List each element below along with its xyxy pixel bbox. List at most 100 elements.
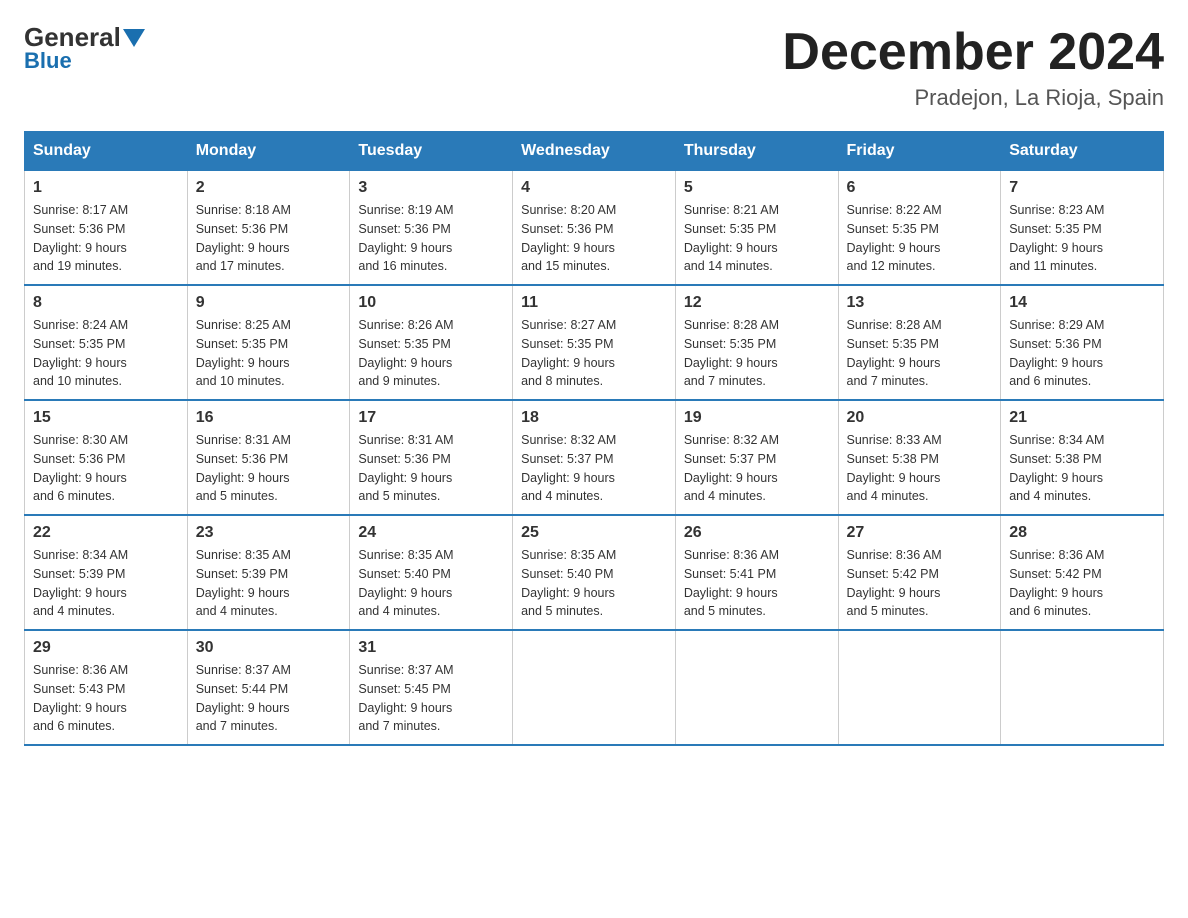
calendar-cell: 29 Sunrise: 8:36 AM Sunset: 5:43 PM Dayl… xyxy=(25,630,188,745)
day-info: Sunrise: 8:27 AM Sunset: 5:35 PM Dayligh… xyxy=(521,316,667,391)
day-info: Sunrise: 8:36 AM Sunset: 5:42 PM Dayligh… xyxy=(847,546,993,621)
calendar-cell: 25 Sunrise: 8:35 AM Sunset: 5:40 PM Dayl… xyxy=(513,515,676,630)
day-number: 21 xyxy=(1009,409,1155,427)
calendar-cell: 19 Sunrise: 8:32 AM Sunset: 5:37 PM Dayl… xyxy=(675,400,838,515)
day-info: Sunrise: 8:37 AM Sunset: 5:44 PM Dayligh… xyxy=(196,661,342,736)
day-number: 19 xyxy=(684,409,830,427)
day-number: 20 xyxy=(847,409,993,427)
calendar-cell: 8 Sunrise: 8:24 AM Sunset: 5:35 PM Dayli… xyxy=(25,285,188,400)
day-info: Sunrise: 8:28 AM Sunset: 5:35 PM Dayligh… xyxy=(847,316,993,391)
day-info: Sunrise: 8:26 AM Sunset: 5:35 PM Dayligh… xyxy=(358,316,504,391)
week-row-4: 22 Sunrise: 8:34 AM Sunset: 5:39 PM Dayl… xyxy=(25,515,1164,630)
day-number: 24 xyxy=(358,524,504,542)
day-number: 29 xyxy=(33,639,179,657)
calendar-cell: 16 Sunrise: 8:31 AM Sunset: 5:36 PM Dayl… xyxy=(187,400,350,515)
day-info: Sunrise: 8:19 AM Sunset: 5:36 PM Dayligh… xyxy=(358,201,504,276)
title-block: December 2024 Pradejon, La Rioja, Spain xyxy=(782,24,1164,111)
day-info: Sunrise: 8:37 AM Sunset: 5:45 PM Dayligh… xyxy=(358,661,504,736)
day-number: 3 xyxy=(358,179,504,197)
day-info: Sunrise: 8:28 AM Sunset: 5:35 PM Dayligh… xyxy=(684,316,830,391)
day-number: 4 xyxy=(521,179,667,197)
day-info: Sunrise: 8:21 AM Sunset: 5:35 PM Dayligh… xyxy=(684,201,830,276)
calendar-cell: 4 Sunrise: 8:20 AM Sunset: 5:36 PM Dayli… xyxy=(513,171,676,286)
calendar-cell: 15 Sunrise: 8:30 AM Sunset: 5:36 PM Dayl… xyxy=(25,400,188,515)
calendar-cell: 28 Sunrise: 8:36 AM Sunset: 5:42 PM Dayl… xyxy=(1001,515,1164,630)
month-title: December 2024 xyxy=(782,24,1164,81)
page-header: General Blue December 2024 Pradejon, La … xyxy=(24,24,1164,111)
day-number: 30 xyxy=(196,639,342,657)
day-number: 27 xyxy=(847,524,993,542)
calendar-table: Sunday Monday Tuesday Wednesday Thursday… xyxy=(24,131,1164,746)
calendar-cell: 26 Sunrise: 8:36 AM Sunset: 5:41 PM Dayl… xyxy=(675,515,838,630)
day-number: 9 xyxy=(196,294,342,312)
day-info: Sunrise: 8:34 AM Sunset: 5:39 PM Dayligh… xyxy=(33,546,179,621)
day-info: Sunrise: 8:32 AM Sunset: 5:37 PM Dayligh… xyxy=(684,431,830,506)
logo-triangle-icon xyxy=(123,29,145,47)
day-number: 14 xyxy=(1009,294,1155,312)
calendar-cell: 17 Sunrise: 8:31 AM Sunset: 5:36 PM Dayl… xyxy=(350,400,513,515)
col-sunday: Sunday xyxy=(25,132,188,171)
col-friday: Friday xyxy=(838,132,1001,171)
calendar-cell xyxy=(513,630,676,745)
calendar-cell: 14 Sunrise: 8:29 AM Sunset: 5:36 PM Dayl… xyxy=(1001,285,1164,400)
day-info: Sunrise: 8:36 AM Sunset: 5:43 PM Dayligh… xyxy=(33,661,179,736)
day-info: Sunrise: 8:35 AM Sunset: 5:40 PM Dayligh… xyxy=(521,546,667,621)
day-number: 18 xyxy=(521,409,667,427)
calendar-cell xyxy=(675,630,838,745)
day-number: 23 xyxy=(196,524,342,542)
day-number: 26 xyxy=(684,524,830,542)
day-info: Sunrise: 8:35 AM Sunset: 5:40 PM Dayligh… xyxy=(358,546,504,621)
calendar-cell: 11 Sunrise: 8:27 AM Sunset: 5:35 PM Dayl… xyxy=(513,285,676,400)
week-row-2: 8 Sunrise: 8:24 AM Sunset: 5:35 PM Dayli… xyxy=(25,285,1164,400)
calendar-cell: 23 Sunrise: 8:35 AM Sunset: 5:39 PM Dayl… xyxy=(187,515,350,630)
calendar-cell: 6 Sunrise: 8:22 AM Sunset: 5:35 PM Dayli… xyxy=(838,171,1001,286)
day-number: 28 xyxy=(1009,524,1155,542)
calendar-cell: 1 Sunrise: 8:17 AM Sunset: 5:36 PM Dayli… xyxy=(25,171,188,286)
calendar-cell: 13 Sunrise: 8:28 AM Sunset: 5:35 PM Dayl… xyxy=(838,285,1001,400)
day-info: Sunrise: 8:36 AM Sunset: 5:42 PM Dayligh… xyxy=(1009,546,1155,621)
col-tuesday: Tuesday xyxy=(350,132,513,171)
week-row-5: 29 Sunrise: 8:36 AM Sunset: 5:43 PM Dayl… xyxy=(25,630,1164,745)
logo-blue: Blue xyxy=(24,48,72,74)
calendar-cell: 18 Sunrise: 8:32 AM Sunset: 5:37 PM Dayl… xyxy=(513,400,676,515)
col-monday: Monday xyxy=(187,132,350,171)
day-info: Sunrise: 8:33 AM Sunset: 5:38 PM Dayligh… xyxy=(847,431,993,506)
day-number: 6 xyxy=(847,179,993,197)
day-number: 22 xyxy=(33,524,179,542)
calendar-cell: 5 Sunrise: 8:21 AM Sunset: 5:35 PM Dayli… xyxy=(675,171,838,286)
day-number: 25 xyxy=(521,524,667,542)
day-info: Sunrise: 8:32 AM Sunset: 5:37 PM Dayligh… xyxy=(521,431,667,506)
col-saturday: Saturday xyxy=(1001,132,1164,171)
calendar-cell: 22 Sunrise: 8:34 AM Sunset: 5:39 PM Dayl… xyxy=(25,515,188,630)
day-number: 12 xyxy=(684,294,830,312)
week-row-1: 1 Sunrise: 8:17 AM Sunset: 5:36 PM Dayli… xyxy=(25,171,1164,286)
calendar-cell: 2 Sunrise: 8:18 AM Sunset: 5:36 PM Dayli… xyxy=(187,171,350,286)
day-number: 17 xyxy=(358,409,504,427)
day-info: Sunrise: 8:23 AM Sunset: 5:35 PM Dayligh… xyxy=(1009,201,1155,276)
day-number: 1 xyxy=(33,179,179,197)
day-number: 16 xyxy=(196,409,342,427)
day-number: 5 xyxy=(684,179,830,197)
day-info: Sunrise: 8:36 AM Sunset: 5:41 PM Dayligh… xyxy=(684,546,830,621)
day-info: Sunrise: 8:20 AM Sunset: 5:36 PM Dayligh… xyxy=(521,201,667,276)
day-number: 31 xyxy=(358,639,504,657)
day-number: 13 xyxy=(847,294,993,312)
day-info: Sunrise: 8:22 AM Sunset: 5:35 PM Dayligh… xyxy=(847,201,993,276)
calendar-cell: 10 Sunrise: 8:26 AM Sunset: 5:35 PM Dayl… xyxy=(350,285,513,400)
col-wednesday: Wednesday xyxy=(513,132,676,171)
calendar-header-row: Sunday Monday Tuesday Wednesday Thursday… xyxy=(25,132,1164,171)
day-number: 11 xyxy=(521,294,667,312)
calendar-cell: 20 Sunrise: 8:33 AM Sunset: 5:38 PM Dayl… xyxy=(838,400,1001,515)
day-number: 15 xyxy=(33,409,179,427)
day-info: Sunrise: 8:30 AM Sunset: 5:36 PM Dayligh… xyxy=(33,431,179,506)
day-info: Sunrise: 8:17 AM Sunset: 5:36 PM Dayligh… xyxy=(33,201,179,276)
calendar-cell: 27 Sunrise: 8:36 AM Sunset: 5:42 PM Dayl… xyxy=(838,515,1001,630)
calendar-cell: 31 Sunrise: 8:37 AM Sunset: 5:45 PM Dayl… xyxy=(350,630,513,745)
day-info: Sunrise: 8:35 AM Sunset: 5:39 PM Dayligh… xyxy=(196,546,342,621)
day-info: Sunrise: 8:31 AM Sunset: 5:36 PM Dayligh… xyxy=(196,431,342,506)
calendar-cell: 3 Sunrise: 8:19 AM Sunset: 5:36 PM Dayli… xyxy=(350,171,513,286)
day-info: Sunrise: 8:34 AM Sunset: 5:38 PM Dayligh… xyxy=(1009,431,1155,506)
calendar-cell: 21 Sunrise: 8:34 AM Sunset: 5:38 PM Dayl… xyxy=(1001,400,1164,515)
day-number: 7 xyxy=(1009,179,1155,197)
calendar-cell xyxy=(838,630,1001,745)
